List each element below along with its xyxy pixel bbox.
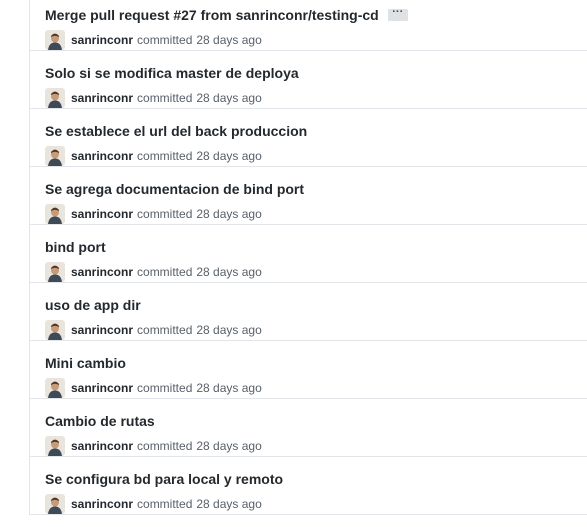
- commit-title-link[interactable]: Cambio de rutas: [45, 413, 155, 429]
- commit-author-link[interactable]: sanrinconr: [71, 265, 133, 279]
- avatar[interactable]: [45, 494, 65, 514]
- commit-title-link[interactable]: Se configura bd para local y remoto: [45, 471, 283, 487]
- avatar[interactable]: [45, 30, 65, 50]
- commit-action: committed: [137, 91, 193, 105]
- commit-author-link[interactable]: sanrinconr: [71, 439, 133, 453]
- commit-title-wrap: Se agrega documentacion de bind port: [45, 181, 304, 197]
- commit-meta: sanrinconr committed 28 days ago: [45, 88, 262, 108]
- avatar[interactable]: [45, 378, 65, 398]
- commit-title-wrap: Se establece el url del back produccion: [45, 123, 307, 139]
- commit-row: uso de app dir sanrinconr committed 28 d…: [30, 283, 587, 341]
- commit-time: 28 days ago: [196, 149, 262, 163]
- avatar[interactable]: [45, 436, 65, 456]
- avatar[interactable]: [45, 320, 65, 340]
- commit-title-link[interactable]: Merge pull request #27 from sanrinconr/t…: [45, 7, 379, 23]
- commit-row: Solo si se modifica master de deploya sa…: [30, 51, 587, 109]
- commit-action: committed: [137, 149, 193, 163]
- commit-author-link[interactable]: sanrinconr: [71, 149, 133, 163]
- commit-title-wrap: Mini cambio: [45, 355, 126, 371]
- commit-row: Se configura bd para local y remoto sanr…: [30, 457, 587, 515]
- commit-time: 28 days ago: [196, 91, 262, 105]
- commit-row: Mini cambio sanrinconr committed 28 days…: [30, 341, 587, 399]
- commit-meta: sanrinconr committed 28 days ago: [45, 204, 262, 224]
- commit-title-link[interactable]: bind port: [45, 239, 106, 255]
- commit-time: 28 days ago: [196, 265, 262, 279]
- avatar[interactable]: [45, 204, 65, 224]
- commit-title-link[interactable]: uso de app dir: [45, 297, 141, 313]
- commit-author-link[interactable]: sanrinconr: [71, 381, 133, 395]
- avatar[interactable]: [45, 88, 65, 108]
- commit-action: committed: [137, 439, 193, 453]
- commit-row: Merge pull request #27 from sanrinconr/t…: [30, 0, 587, 51]
- commit-time: 28 days ago: [196, 497, 262, 511]
- commit-meta: sanrinconr committed 28 days ago: [45, 320, 262, 340]
- commit-title-wrap: Se configura bd para local y remoto: [45, 471, 283, 487]
- commit-action: committed: [137, 265, 193, 279]
- commit-author-link[interactable]: sanrinconr: [71, 91, 133, 105]
- commit-history-page: Merge pull request #27 from sanrinconr/t…: [0, 0, 587, 527]
- commit-row: Se agrega documentacion de bind port san…: [30, 167, 587, 225]
- commit-title-link[interactable]: Se establece el url del back produccion: [45, 123, 307, 139]
- commit-title-link[interactable]: Solo si se modifica master de deploya: [45, 65, 299, 81]
- commit-author-link[interactable]: sanrinconr: [71, 33, 133, 47]
- commit-row: Cambio de rutas sanrinconr committed 28 …: [30, 399, 587, 457]
- commit-action: committed: [137, 497, 193, 511]
- commit-meta: sanrinconr committed 28 days ago: [45, 30, 262, 50]
- commit-action: committed: [137, 381, 193, 395]
- commit-author-link[interactable]: sanrinconr: [71, 323, 133, 337]
- commit-action: committed: [137, 323, 193, 337]
- commit-author-link[interactable]: sanrinconr: [71, 497, 133, 511]
- commit-time: 28 days ago: [196, 33, 262, 47]
- commit-action: committed: [137, 207, 193, 221]
- commit-meta: sanrinconr committed 28 days ago: [45, 436, 262, 456]
- commit-title-link[interactable]: Se agrega documentacion de bind port: [45, 181, 304, 197]
- commit-title-link[interactable]: Mini cambio: [45, 355, 126, 371]
- commit-title-wrap: Solo si se modifica master de deploya: [45, 65, 299, 81]
- commit-author-link[interactable]: sanrinconr: [71, 207, 133, 221]
- commit-time: 28 days ago: [196, 381, 262, 395]
- commit-meta: sanrinconr committed 28 days ago: [45, 494, 262, 514]
- commit-meta: sanrinconr committed 28 days ago: [45, 262, 262, 282]
- expand-description-button[interactable]: ···: [387, 7, 408, 21]
- commit-meta: sanrinconr committed 28 days ago: [45, 146, 262, 166]
- commit-title-wrap: uso de app dir: [45, 297, 141, 313]
- commit-title-wrap: Cambio de rutas: [45, 413, 155, 429]
- commit-list: Merge pull request #27 from sanrinconr/t…: [29, 0, 587, 515]
- commit-meta: sanrinconr committed 28 days ago: [45, 378, 262, 398]
- commit-title-wrap: bind port: [45, 239, 106, 255]
- commit-time: 28 days ago: [196, 323, 262, 337]
- avatar[interactable]: [45, 262, 65, 282]
- commit-action: committed: [137, 33, 193, 47]
- commit-time: 28 days ago: [196, 439, 262, 453]
- avatar[interactable]: [45, 146, 65, 166]
- commit-time: 28 days ago: [196, 207, 262, 221]
- commit-title-wrap: Merge pull request #27 from sanrinconr/t…: [45, 7, 408, 23]
- commit-row: Se establece el url del back produccion …: [30, 109, 587, 167]
- commit-row: bind port sanrinconr committed 28 days a…: [30, 225, 587, 283]
